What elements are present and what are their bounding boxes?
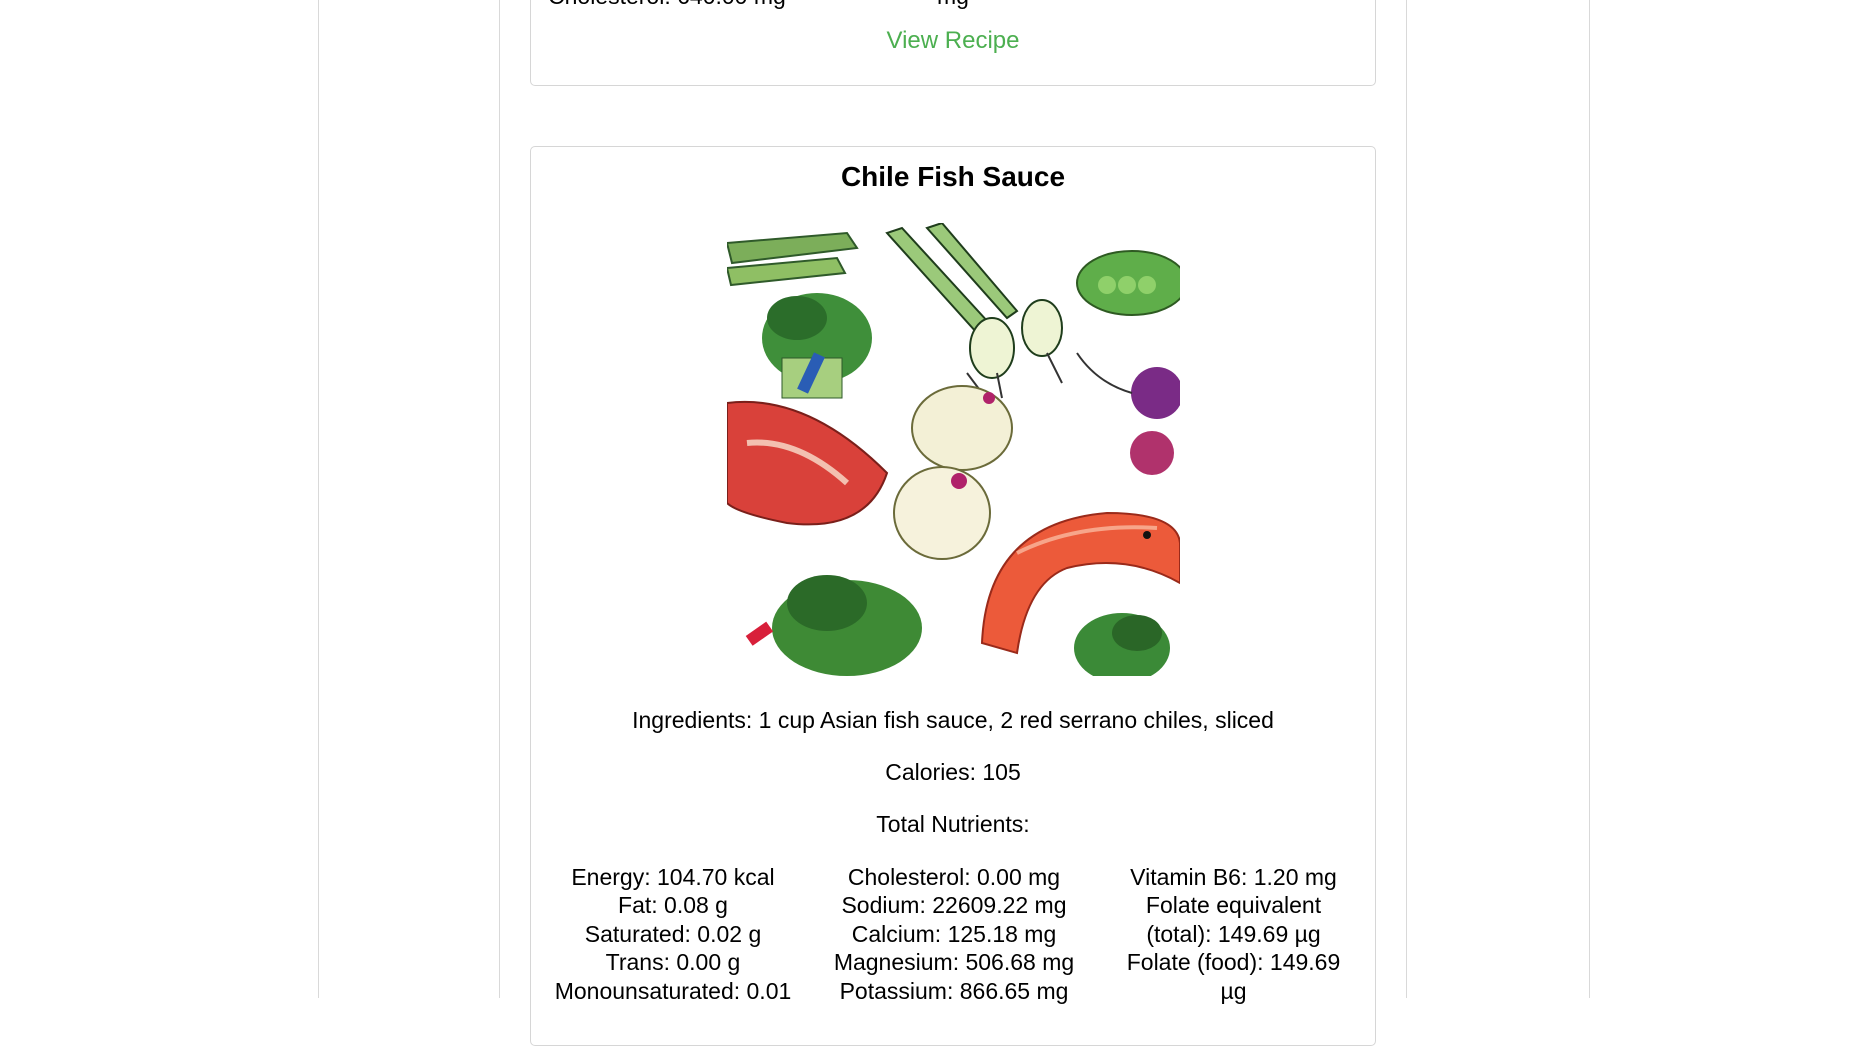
nutrient-item: Saturated: 0.02 g — [584, 920, 762, 947]
nutrient-item: µg — [1220, 977, 1247, 1004]
nutrients-column-2: Cholesterol: 0.00 mg Sodium: 22609.22 mg… — [812, 863, 1096, 1005]
nutrient-item: Energy: 104.70 kcal — [571, 864, 775, 890]
recipe-calories: Calories: 105 — [885, 759, 1021, 785]
nutrient-item: Calcium: 125.18 mg — [851, 920, 1057, 947]
nutrients-column-3: Vitamin B6: 1.20 mg Folate equivalent (t… — [1092, 863, 1375, 1005]
recipe-ingredients: Ingredients: 1 cup Asian fish sauce, 2 r… — [632, 707, 1274, 733]
nutrient-item: Cholesterol: 0.00 mg — [847, 864, 1061, 890]
recipe-title: Chile Fish Sauce — [840, 161, 1066, 192]
vegetable-illustration — [727, 223, 1180, 676]
nutrient-item: Vitamin B6: 1.20 mg — [1130, 864, 1337, 890]
total-nutrients-heading: Total Nutrients: — [876, 811, 1030, 837]
nutrient-item: Magnesium: 506.68 mg — [833, 949, 1075, 976]
nutrient-item: Trans: 0.00 g — [605, 949, 741, 976]
previous-nutrient-unit: mg — [937, 0, 969, 10]
nutrient-item: Potassium: 866.65 mg — [839, 977, 1069, 1004]
nutrient-item: (total): 149.69 µg — [1146, 920, 1321, 947]
nutrient-item: Monounsaturated: 0.01 — [554, 977, 792, 1004]
nutrients-column-1: Energy: 104.70 kcal Fat: 0.08 g Saturate… — [531, 863, 815, 1005]
view-recipe-link[interactable]: View Recipe — [531, 27, 1375, 55]
nutrient-item: Folate equivalent — [1145, 892, 1322, 919]
previous-recipe-card: Cholesterol: 640.00 mg mg View Recipe — [530, 0, 1376, 86]
previous-nutrients-row: Cholesterol: 640.00 mg mg — [531, 0, 1375, 9]
nutrient-item: Folate (food): 149.69 — [1126, 949, 1341, 976]
recipe-image — [727, 223, 1180, 676]
recipe-card: Chile Fish Sauce Ingredients: 1 cup Asia… — [530, 146, 1376, 1046]
nutrient-item: Fat: 0.08 g — [618, 892, 728, 919]
nutrient-item: Sodium: 22609.22 mg — [841, 892, 1067, 919]
previous-nutrient-cholesterol: Cholesterol: 640.00 mg — [548, 0, 786, 10]
